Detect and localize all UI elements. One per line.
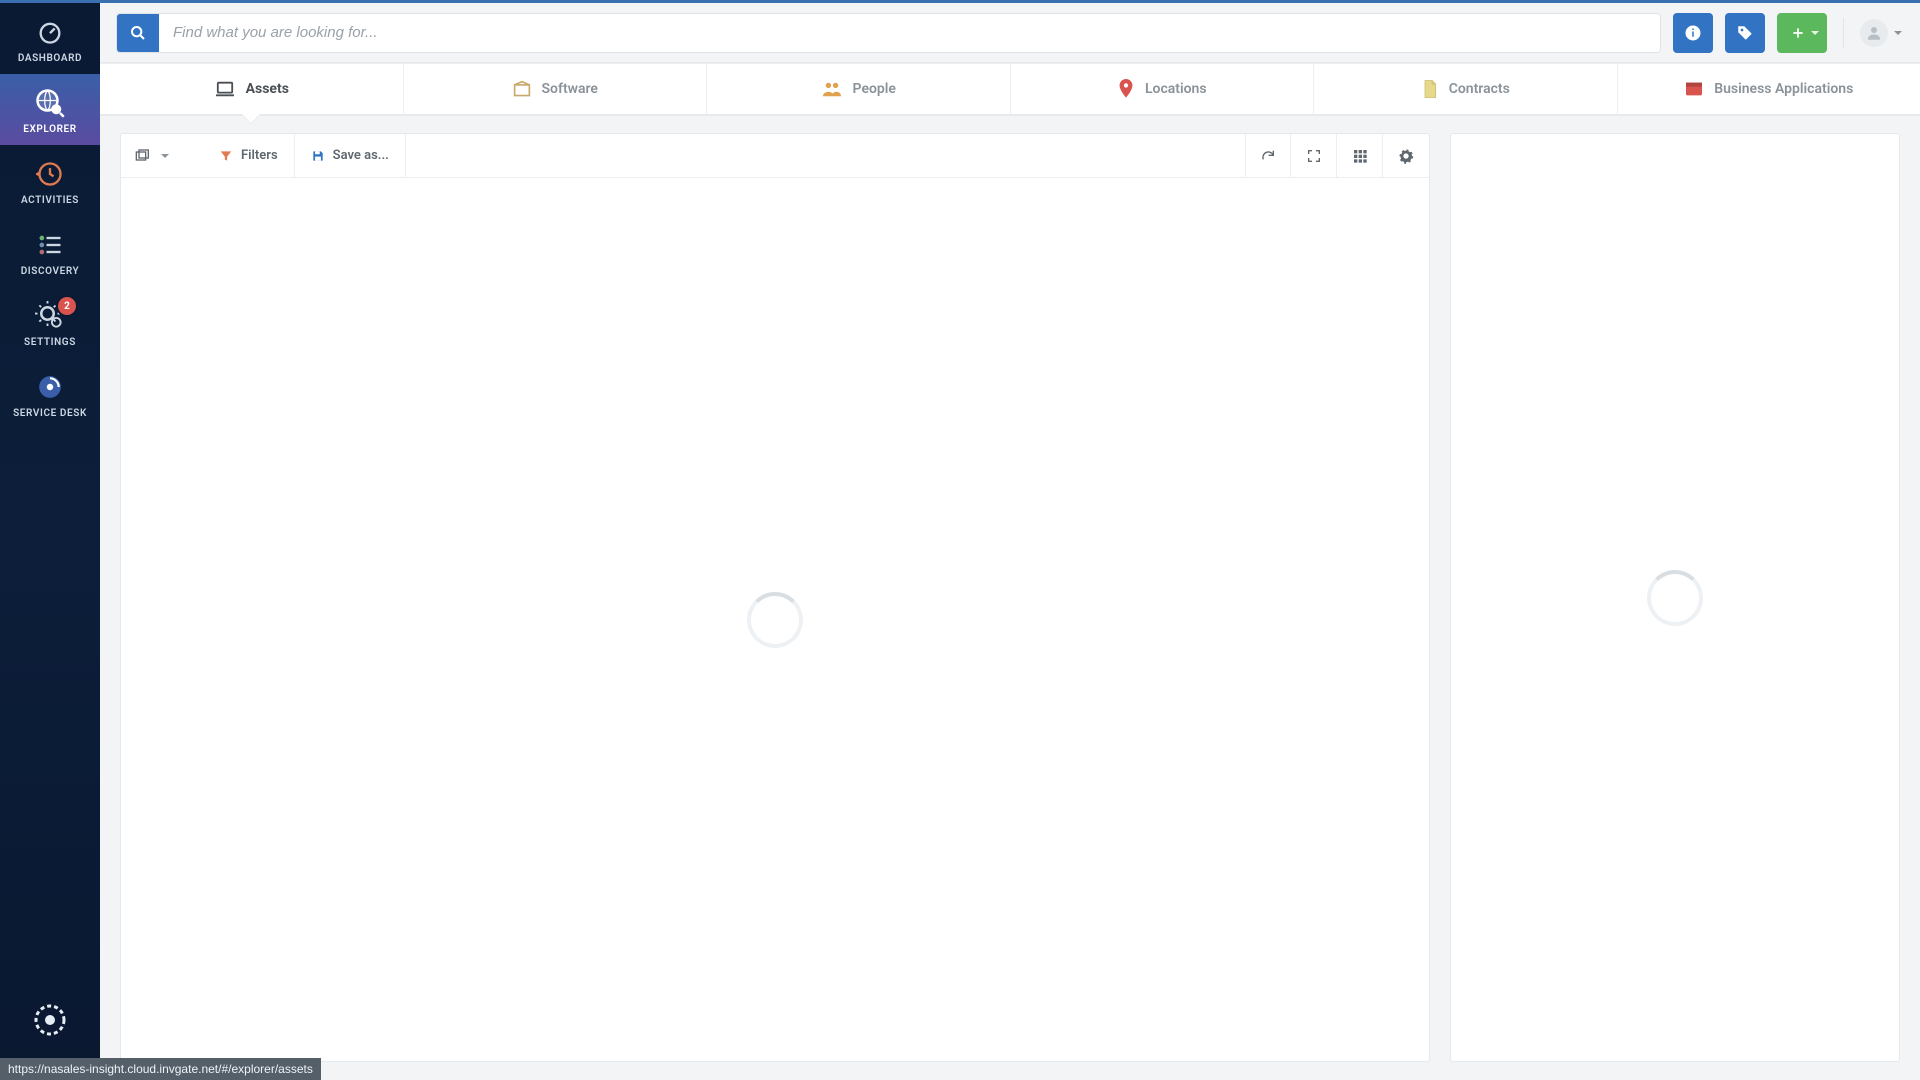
tab-label: Locations <box>1145 81 1207 97</box>
search-button[interactable] <box>117 14 159 52</box>
tab-assets[interactable]: Assets <box>100 64 404 114</box>
sidebar: DASHBOARD EXPLORER ACTIVITIES DISCOVERY … <box>0 3 100 1080</box>
user-menu-button[interactable] <box>1860 13 1904 53</box>
refresh-icon <box>1260 148 1276 164</box>
sidebar-item-label: SETTINGS <box>0 337 100 348</box>
sidebar-item-label: EXPLORER <box>0 124 100 135</box>
settings-badge: 2 <box>58 297 76 315</box>
tab-label: Contracts <box>1449 81 1510 97</box>
divider <box>1843 18 1844 48</box>
chevron-down-icon <box>161 154 169 158</box>
tab-label: Software <box>542 81 598 97</box>
results-pane: Filters Save as... <box>120 133 1430 1062</box>
tag-button[interactable] <box>1725 13 1765 53</box>
tab-label: Business Applications <box>1714 81 1853 97</box>
spacer <box>185 134 203 177</box>
category-tabs: Assets Software People Locations Contrac… <box>100 63 1920 115</box>
sidebar-item-label: ACTIVITIES <box>0 195 100 206</box>
chevron-down-icon <box>1894 31 1902 35</box>
people-icon <box>821 80 843 98</box>
clock-history-icon <box>35 159 65 189</box>
settings-button[interactable] <box>1383 134 1429 177</box>
sidebar-item-explorer[interactable]: EXPLORER <box>0 74 100 145</box>
loading-spinner-icon <box>747 592 803 648</box>
top-bar <box>100 3 1920 63</box>
results-body <box>121 178 1429 1061</box>
detail-pane <box>1450 133 1900 1062</box>
laptop-icon <box>214 80 236 98</box>
box-icon <box>512 80 532 98</box>
content: Filters Save as... <box>100 115 1920 1080</box>
app-window-icon <box>1684 81 1704 97</box>
grid-view-button[interactable] <box>1337 134 1383 177</box>
service-desk-icon <box>35 372 65 402</box>
tab-contracts[interactable]: Contracts <box>1314 64 1618 114</box>
filters-label: Filters <box>241 148 278 163</box>
filter-icon <box>219 149 233 163</box>
save-as-label: Save as... <box>333 148 389 163</box>
info-icon <box>1684 24 1702 42</box>
tab-locations[interactable]: Locations <box>1011 64 1315 114</box>
sidebar-item-dashboard[interactable]: DASHBOARD <box>0 3 100 74</box>
views-dropdown-button[interactable] <box>121 134 185 177</box>
main: Assets Software People Locations Contrac… <box>100 3 1920 1080</box>
grid-icon <box>1352 148 1368 164</box>
loading-spinner-icon <box>1647 570 1703 626</box>
tab-business-applications[interactable]: Business Applications <box>1618 64 1920 114</box>
expand-icon <box>1306 148 1322 164</box>
tab-label: Assets <box>246 81 289 97</box>
list-nodes-icon <box>35 230 65 260</box>
tab-label: People <box>853 81 896 97</box>
gear-icon <box>1398 148 1414 164</box>
info-button[interactable] <box>1673 13 1713 53</box>
globe-search-icon <box>35 88 65 118</box>
windows-icon <box>135 149 151 163</box>
sidebar-item-discovery[interactable]: DISCOVERY <box>0 216 100 287</box>
tab-people[interactable]: People <box>707 64 1011 114</box>
save-icon <box>311 149 325 163</box>
add-button[interactable] <box>1777 13 1827 53</box>
sidebar-item-activities[interactable]: ACTIVITIES <box>0 145 100 216</box>
tab-software[interactable]: Software <box>404 64 708 114</box>
status-url: https://nasales-insight.cloud.invgate.ne… <box>0 1058 321 1080</box>
gauge-icon <box>35 17 65 47</box>
sidebar-item-label: DISCOVERY <box>0 266 100 277</box>
search-icon <box>130 25 146 41</box>
detail-body <box>1451 134 1899 1061</box>
filters-button[interactable]: Filters <box>203 134 295 177</box>
sidebar-item-label: DASHBOARD <box>0 53 100 64</box>
results-toolbar: Filters Save as... <box>121 134 1429 178</box>
document-icon <box>1421 79 1439 99</box>
sidebar-item-label: SERVICE DESK <box>0 408 100 419</box>
app-logo <box>30 1000 70 1040</box>
plus-icon <box>1791 26 1805 40</box>
fullscreen-button[interactable] <box>1291 134 1337 177</box>
search-input[interactable] <box>159 14 1660 52</box>
refresh-button[interactable] <box>1245 134 1291 177</box>
sidebar-item-service-desk[interactable]: SERVICE DESK <box>0 358 100 429</box>
save-as-button[interactable]: Save as... <box>295 134 406 177</box>
sidebar-item-settings[interactable]: 2 SETTINGS <box>0 287 100 358</box>
tag-icon <box>1736 24 1754 42</box>
avatar <box>1860 19 1888 47</box>
location-pin-icon <box>1117 79 1135 99</box>
person-icon <box>1865 24 1883 42</box>
spacer <box>406 134 1245 177</box>
search-wrap <box>116 13 1661 53</box>
